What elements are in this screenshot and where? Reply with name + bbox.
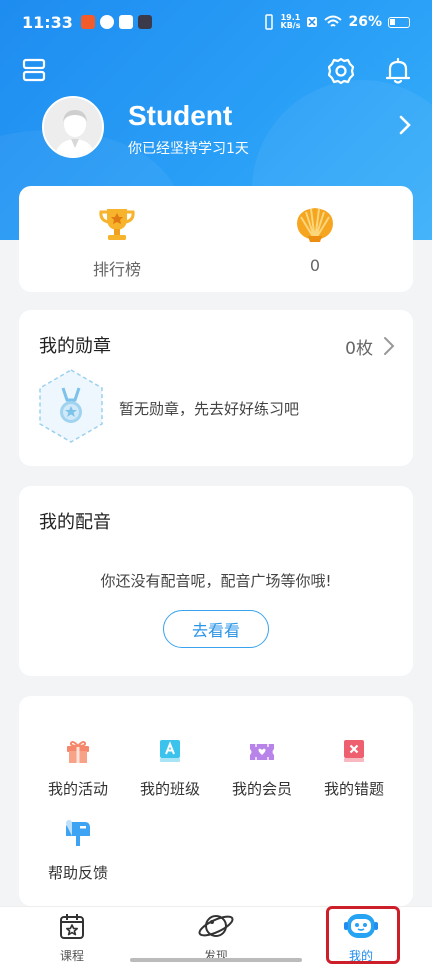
go-look-button[interactable]: 去看看 — [163, 610, 269, 648]
shells-count: 0 — [309, 256, 321, 275]
tab-courses[interactable]: 课程 — [22, 911, 122, 964]
status-time: 11:33 — [22, 12, 73, 32]
ranking-label: 排行榜 — [92, 260, 141, 279]
menu-item-label: 我的活动 — [47, 780, 108, 798]
menu-item-label: 帮助反馈 — [47, 864, 108, 882]
vibrate-icon — [264, 14, 273, 30]
status-bar: 11:33 19.1 KB/s 26% — [0, 0, 432, 44]
medals-card[interactable]: 我的勋章 0枚 暂无勋章，先去好好练习吧 — [19, 310, 413, 466]
study-streak: 你已经坚持学习1天 — [128, 141, 249, 157]
avatar[interactable] — [42, 96, 104, 158]
tab-highlight-box — [326, 906, 400, 964]
menu-item-label: 我的错题 — [323, 780, 384, 798]
menu-icon[interactable] — [22, 58, 46, 82]
battery-icon — [388, 16, 410, 28]
bell-icon[interactable] — [384, 56, 412, 86]
notification-app-icon — [80, 15, 95, 29]
shells-stat[interactable]: 0 — [217, 204, 413, 275]
net-speed: 19.1 KB/s — [281, 14, 301, 30]
menu-item-mistakes[interactable]: 我的错题 — [308, 734, 400, 799]
tab-discover[interactable]: 发现 — [166, 911, 266, 964]
chevron-right-icon[interactable] — [398, 114, 412, 136]
menu-item-label: 我的会员 — [231, 780, 292, 798]
medal-placeholder-icon — [39, 369, 103, 443]
menu-item-classes[interactable]: 我的班级 — [124, 734, 216, 799]
wrong-book-icon — [344, 740, 364, 762]
username[interactable]: Student — [128, 100, 232, 132]
medals-count: 0枚 — [345, 339, 373, 359]
notification-app-icon — [99, 15, 114, 29]
medals-empty-text: 暂无勋章，先去好好练习吧 — [119, 400, 300, 418]
gear-icon[interactable] — [326, 56, 356, 86]
menu-item-membership[interactable]: 我的会员 — [216, 734, 308, 799]
gift-icon — [67, 741, 89, 763]
dubbing-empty-text: 你还没有配音呢，配音广场等你哦! — [100, 572, 332, 590]
stats-card: 排行榜 0 — [19, 186, 413, 292]
menu-item-label: 我的班级 — [139, 780, 200, 798]
tab-label: 课程 — [59, 949, 84, 963]
home-indicator[interactable] — [130, 958, 302, 962]
chevron-right-icon[interactable] — [383, 336, 395, 356]
calendar-star-icon — [60, 914, 84, 939]
medals-title: 我的勋章 — [39, 336, 111, 357]
class-book-icon — [160, 740, 180, 762]
dubbing-card: 我的配音 你还没有配音呢，配音广场等你哦! 去看看 — [19, 486, 413, 676]
dubbing-title: 我的配音 — [39, 512, 111, 533]
battery-percent: 26% — [348, 14, 382, 30]
menu-item-activities[interactable]: 我的活动 — [32, 734, 124, 799]
feature-menu-card: 我的活动 我的班级 我的会员 我的错题 帮助反馈 — [19, 696, 413, 906]
mail-notification-icon — [118, 15, 133, 29]
video-notification-icon — [137, 15, 152, 29]
vip-ticket-icon — [250, 744, 274, 760]
net-speed-unit: KB/s — [280, 21, 301, 30]
planet-icon — [198, 915, 234, 937]
sim-off-icon — [307, 17, 318, 27]
trophy-icon — [99, 209, 135, 240]
mailbox-icon — [66, 820, 90, 846]
wifi-icon — [324, 15, 343, 27]
menu-item-feedback[interactable]: 帮助反馈 — [32, 818, 124, 883]
shell-icon — [297, 208, 333, 242]
ranking-stat[interactable]: 排行榜 — [19, 204, 215, 280]
